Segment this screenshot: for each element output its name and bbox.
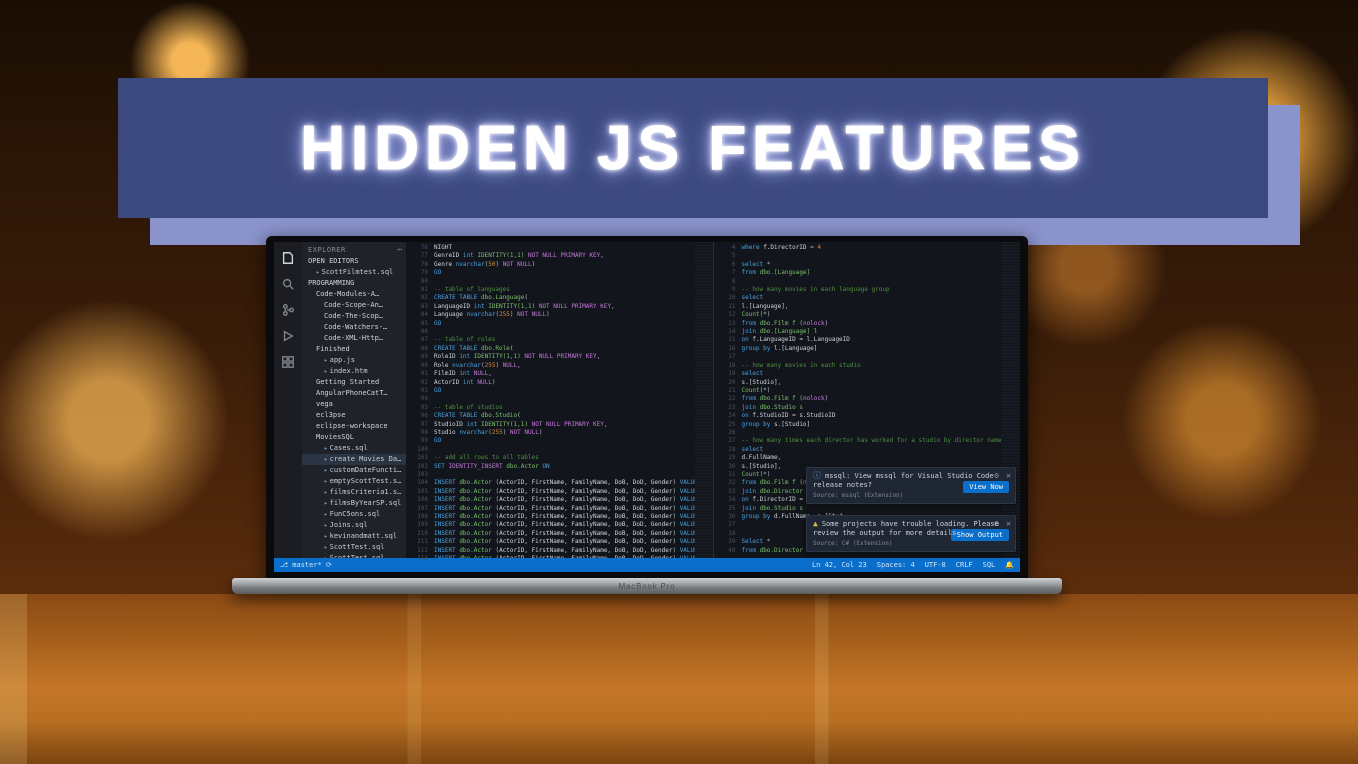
laptop: Explorer ⋯ OPEN EDITORSScottFilmtest.sql… [232,236,1062,636]
close-icon[interactable]: ✕ [1006,519,1011,528]
sidebar-item[interactable]: Code-The-Scop… [302,311,406,322]
sidebar-item[interactable]: kevinandmatt.sql [302,531,406,542]
status-item[interactable]: SQL [983,561,996,569]
gear-icon[interactable]: ⚙ [994,471,999,480]
status-item[interactable]: 🔔 [1005,561,1014,569]
sidebar-item[interactable]: Cases.sql [302,443,406,454]
sidebar-item[interactable]: create Movies Dat… [302,454,406,465]
sidebar-item[interactable]: MoviesSQL [302,432,406,443]
notif1-sub: Source: mssql (Extension) [813,492,1009,499]
laptop-hinge: MacBook Pro [232,578,1062,594]
sidebar-item[interactable]: Joins.sql [302,520,406,531]
laptop-label: MacBook Pro [619,582,676,591]
sidebar-item[interactable]: PROGRAMMING [302,278,406,289]
line-gutter-right: 4567891011121314151617181920212223242526… [714,242,740,558]
sidebar-item[interactable]: app.js [302,355,406,366]
sidebar-item[interactable]: Code-Scope-An… [302,300,406,311]
sidebar-item[interactable]: index.htm [302,366,406,377]
activity-bar [274,242,302,558]
search-icon[interactable] [281,276,295,290]
code-left[interactable]: NIGHT GenreID int IDENTITY(1,1) NOT NULL… [432,242,695,558]
editor-group: 7677787980818283848586878889909192939495… [406,242,1020,558]
sidebar-item[interactable]: FunC5ons.sql [302,509,406,520]
info-icon: ⓘ [813,471,821,480]
notification-projects[interactable]: ⚙ ✕ ▲Some projects have trouble loading.… [806,515,1016,552]
hero-title: HIDDEN JS FEATURES [300,113,1086,184]
editor-pane-right[interactable]: 4567891011121314151617181920212223242526… [713,242,1021,558]
status-branch[interactable]: ⎇ master* ⟳ [280,561,332,569]
sidebar-item[interactable]: ScottTest.sql [302,553,406,558]
sidebar-item[interactable]: vega [302,399,406,410]
line-gutter-left: 7677787980818283848586878889909192939495… [406,242,432,558]
sidebar-item[interactable]: Code-Watchers-… [302,322,406,333]
sidebar-item[interactable]: customDateFuncti… [302,465,406,476]
sidebar-item[interactable]: ecl3pse [302,410,406,421]
notification-mssql[interactable]: ⚙ ✕ ⓘmssql: View mssql for Visual Studio… [806,467,1016,504]
sidebar-item[interactable]: OPEN EDITORS [302,256,406,267]
git-icon[interactable] [281,302,295,316]
debug-icon[interactable] [281,328,295,342]
status-item[interactable]: Spaces: 4 [877,561,915,569]
status-item[interactable]: UTF-8 [925,561,946,569]
code-right[interactable]: where f.DirectorID = 4select *from dbo.[… [740,242,1003,558]
sidebar-item[interactable]: Code-XML-Http… [302,333,406,344]
editor-pane-left[interactable]: 7677787980818283848586878889909192939495… [406,242,713,558]
sidebar-item[interactable]: Finished [302,344,406,355]
extensions-icon[interactable] [281,354,295,368]
notif2-sub: Source: C# (Extension) [813,540,1009,547]
close-icon[interactable]: ✕ [1006,471,1011,480]
title-card: HIDDEN JS FEATURES [118,78,1268,218]
status-item[interactable]: Ln 42, Col 23 [812,561,867,569]
sidebar-item[interactable]: Code-Modules-A… [302,289,406,300]
warning-icon: ▲ [813,519,818,528]
gear-icon[interactable]: ⚙ [994,519,999,528]
sidebar-item[interactable]: AngularPhoneCatT… [302,388,406,399]
vscode-workbench: Explorer ⋯ OPEN EDITORSScottFilmtest.sql… [274,242,1020,558]
vscode-window: Explorer ⋯ OPEN EDITORSScottFilmtest.sql… [274,242,1020,572]
sidebar-item[interactable]: ScottFilmtest.sql [302,267,406,278]
files-icon[interactable] [281,250,295,264]
minimap-right[interactable] [1002,242,1020,558]
sidebar-item[interactable]: filmsCriteria1.sql [302,487,406,498]
sidebar-item[interactable]: emptyScottTest.sql [302,476,406,487]
explorer-sidebar[interactable]: Explorer ⋯ OPEN EDITORSScottFilmtest.sql… [302,242,406,558]
sidebar-item[interactable]: eclipse-workspace [302,421,406,432]
sidebar-item[interactable]: filmsByYearSP.sql [302,498,406,509]
sidebar-item[interactable]: ScottTest.sql [302,542,406,553]
explorer-header: Explorer [302,242,406,256]
sidebar-item[interactable]: Getting Started [302,377,406,388]
minimap-left[interactable] [695,242,713,558]
status-bar[interactable]: ⎇ master* ⟳ Ln 42, Col 23 Spaces: 4 UTF-8 C… [274,558,1020,572]
explorer-more-icon[interactable]: ⋯ [397,245,402,254]
status-item[interactable]: CRLF [956,561,973,569]
